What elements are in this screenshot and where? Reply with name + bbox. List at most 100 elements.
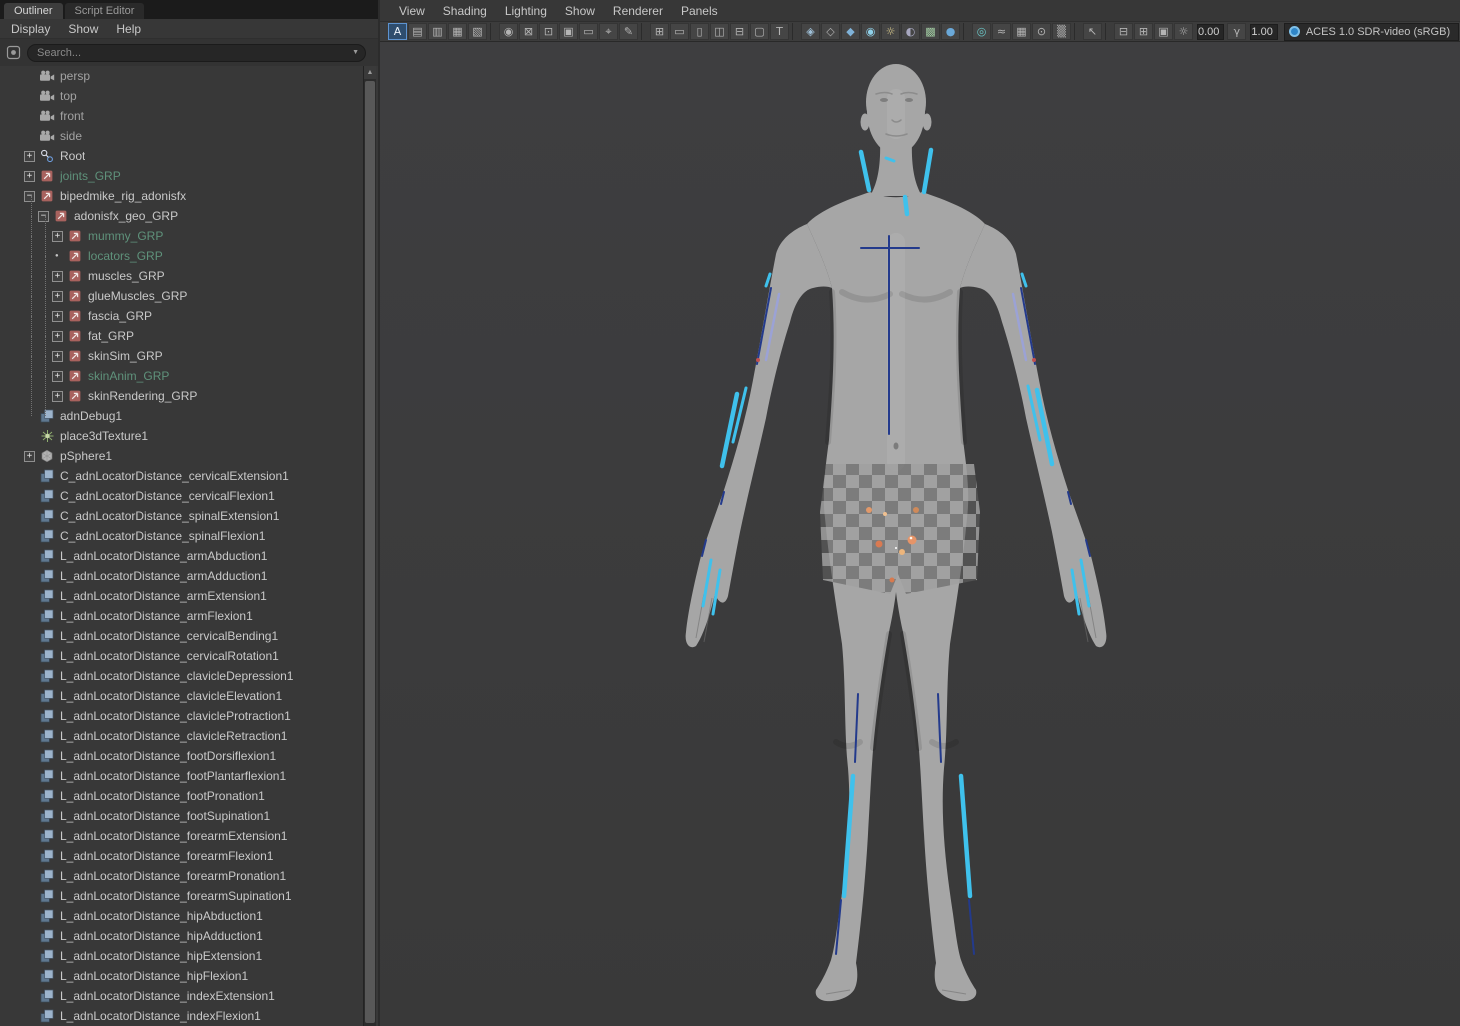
smooth-shade-icon[interactable]: ▤ [408,23,427,40]
pan-zoom-icon[interactable]: ⌖ [599,23,618,40]
gamma-field[interactable]: 1.00 [1250,24,1277,40]
default-material-icon[interactable]: ▧ [468,23,487,40]
expander-icon[interactable]: − [38,211,49,222]
camera-attributes-icon[interactable]: ⊡ [539,23,558,40]
outliner-item-skinRendering_GRP[interactable]: +skinRendering_GRP [0,386,362,406]
viewport-menu-view[interactable]: View [390,4,434,18]
anti-alias-icon[interactable]: ▦ [1012,23,1031,40]
lighting-icon[interactable]: ☼ [881,23,900,40]
exposure-field[interactable]: 0.00 [1197,24,1224,40]
outliner-item-L_adnLocatorDistance_clavicleProtraction1[interactable]: L_adnLocatorDistance_clavicleProtraction… [0,706,362,726]
outliner-item-L_adnLocatorDistance_forearmFlexion1[interactable]: L_adnLocatorDistance_forearmFlexion1 [0,846,362,866]
select-cursor-icon[interactable]: ↖ [1083,23,1102,40]
outliner-item-L_adnLocatorDistance_forearmPronation1[interactable]: L_adnLocatorDistance_forearmPronation1 [0,866,362,886]
expander-icon[interactable]: + [52,371,63,382]
safe-title-icon[interactable]: T [770,23,789,40]
search-options-chevron-icon[interactable]: ▼ [352,49,359,57]
outliner-menu-show[interactable]: Show [59,22,107,36]
outliner-item-front[interactable]: front [0,106,362,126]
outliner-item-L_adnLocatorDistance_hipAdduction1[interactable]: L_adnLocatorDistance_hipAdduction1 [0,926,362,946]
outliner-scrollbar[interactable]: ▲ [363,66,376,1026]
shadows-icon[interactable]: ◐ [901,23,920,40]
outliner-item-L_adnLocatorDistance_clavicleElevation1[interactable]: L_adnLocatorDistance_clavicleElevation1 [0,686,362,706]
outliner-item-L_adnLocatorDistance_footPronation1[interactable]: L_adnLocatorDistance_footPronation1 [0,786,362,806]
gamma-icon[interactable]: γ [1227,23,1246,40]
outliner-item-L_adnLocatorDistance_indexFlexion1[interactable]: L_adnLocatorDistance_indexFlexion1 [0,1006,362,1026]
exposure-icon[interactable]: ☼ [1174,23,1193,40]
outliner-display-mode-icon[interactable] [5,45,21,61]
image-plane-icon[interactable]: ▭ [579,23,598,40]
outliner-item-adonisfx_geo_GRP[interactable]: −adonisfx_geo_GRP [0,206,362,226]
ssao-icon[interactable]: ◎ [972,23,991,40]
outliner-item-L_adnLocatorDistance_cervicalBending1[interactable]: L_adnLocatorDistance_cervicalBending1 [0,626,362,646]
colorspace-select[interactable]: ACES 1.0 SDR-video (sRGB) [1284,23,1459,41]
gate-mask-icon[interactable]: ◫ [710,23,729,40]
renderer-default-icon[interactable]: A [388,23,407,40]
outliner-item-C_adnLocatorDistance_cervicalExtension1[interactable]: C_adnLocatorDistance_cervicalExtension1 [0,466,362,486]
outliner-item-adnDebug1[interactable]: adnDebug1 [0,406,362,426]
lock-camera-icon[interactable]: ⊠ [519,23,538,40]
expander-icon[interactable]: + [52,331,63,342]
depth-of-field-icon[interactable]: ⊙ [1032,23,1051,40]
fog-icon[interactable]: ▒ [1052,23,1071,40]
outliner-menu-help[interactable]: Help [107,22,150,36]
outliner-item-Root[interactable]: +Root [0,146,362,166]
outliner-item-L_adnLocatorDistance_hipFlexion1[interactable]: L_adnLocatorDistance_hipFlexion1 [0,966,362,986]
outliner-item-C_adnLocatorDistance_spinalExtension1[interactable]: C_adnLocatorDistance_spinalExtension1 [0,506,362,526]
expander-icon[interactable]: + [52,271,63,282]
outliner-item-glueMuscles_GRP[interactable]: +glueMuscles_GRP [0,286,362,306]
outliner-item-locators_GRP[interactable]: ●locators_GRP [0,246,362,266]
outliner-item-side[interactable]: side [0,126,362,146]
outliner-item-pSphere1[interactable]: +pSphere1 [0,446,362,466]
field-chart-icon[interactable]: ⊟ [730,23,749,40]
wireframe-icon[interactable]: ▥ [428,23,447,40]
outliner-item-L_adnLocatorDistance_footSupination1[interactable]: L_adnLocatorDistance_footSupination1 [0,806,362,826]
outliner-item-place3dTexture1[interactable]: place3dTexture1 [0,426,362,446]
outliner-item-joints_GRP[interactable]: +joints_GRP [0,166,362,186]
expander-icon[interactable]: + [52,391,63,402]
xray-icon[interactable]: ◇ [821,23,840,40]
outliner-item-C_adnLocatorDistance_cervicalFlexion1[interactable]: C_adnLocatorDistance_cervicalFlexion1 [0,486,362,506]
textured-icon[interactable]: ▦ [448,23,467,40]
expander-icon[interactable]: + [52,291,63,302]
outliner-item-L_adnLocatorDistance_forearmExtension1[interactable]: L_adnLocatorDistance_forearmExtension1 [0,826,362,846]
outliner-item-L_adnLocatorDistance_cervicalRotation1[interactable]: L_adnLocatorDistance_cervicalRotation1 [0,646,362,666]
tab-outliner[interactable]: Outliner [4,3,63,19]
film-gate-icon[interactable]: ▭ [670,23,689,40]
backface-culling-icon[interactable]: ◆ [841,23,860,40]
select-camera-icon[interactable]: ◉ [499,23,518,40]
outliner-item-L_adnLocatorDistance_clavicleRetraction1[interactable]: L_adnLocatorDistance_clavicleRetraction1 [0,726,362,746]
bookmark-icon[interactable]: ▣ [559,23,578,40]
expander-icon[interactable]: + [24,151,35,162]
outliner-item-skinSim_GRP[interactable]: +skinSim_GRP [0,346,362,366]
viewport-canvas[interactable] [380,42,1460,1026]
outliner-item-L_adnLocatorDistance_armAbduction1[interactable]: L_adnLocatorDistance_armAbduction1 [0,546,362,566]
scroll-thumb[interactable] [365,81,375,1023]
expander-icon[interactable]: + [52,351,63,362]
expander-icon[interactable]: + [24,451,35,462]
outliner-item-L_adnLocatorDistance_armAdduction1[interactable]: L_adnLocatorDistance_armAdduction1 [0,566,362,586]
viewport-menu-lighting[interactable]: Lighting [496,4,556,18]
grid-icon[interactable]: ⊞ [650,23,669,40]
outliner-item-persp[interactable]: persp [0,66,362,86]
outliner-item-L_adnLocatorDistance_indexExtension1[interactable]: L_adnLocatorDistance_indexExtension1 [0,986,362,1006]
outliner-item-C_adnLocatorDistance_spinalFlexion1[interactable]: C_adnLocatorDistance_spinalFlexion1 [0,526,362,546]
outliner-item-skinAnim_GRP[interactable]: +skinAnim_GRP [0,366,362,386]
pane-layout-quad-icon[interactable]: ⊞ [1134,23,1153,40]
viewport-menu-panels[interactable]: Panels [672,4,727,18]
material-override-icon[interactable]: ● [941,23,960,40]
outliner-item-top[interactable]: top [0,86,362,106]
outliner-menu-display[interactable]: Display [2,22,59,36]
outliner-item-L_adnLocatorDistance_armExtension1[interactable]: L_adnLocatorDistance_armExtension1 [0,586,362,606]
tab-script-editor[interactable]: Script Editor [65,3,145,19]
viewport-menu-renderer[interactable]: Renderer [604,4,672,18]
outliner-item-fascia_GRP[interactable]: +fascia_GRP [0,306,362,326]
outliner-item-L_adnLocatorDistance_hipAbduction1[interactable]: L_adnLocatorDistance_hipAbduction1 [0,906,362,926]
viewport-menu-show[interactable]: Show [556,4,604,18]
expander-icon[interactable]: + [24,171,35,182]
grease-pencil-icon[interactable]: ✎ [619,23,638,40]
outliner-item-fat_GRP[interactable]: +fat_GRP [0,326,362,346]
outliner-item-bipedmike_rig_adonisfx[interactable]: −bipedmike_rig_adonisfx [0,186,362,206]
pane-layout-icon[interactable]: ⊟ [1114,23,1133,40]
outliner-item-L_adnLocatorDistance_forearmSupination1[interactable]: L_adnLocatorDistance_forearmSupination1 [0,886,362,906]
